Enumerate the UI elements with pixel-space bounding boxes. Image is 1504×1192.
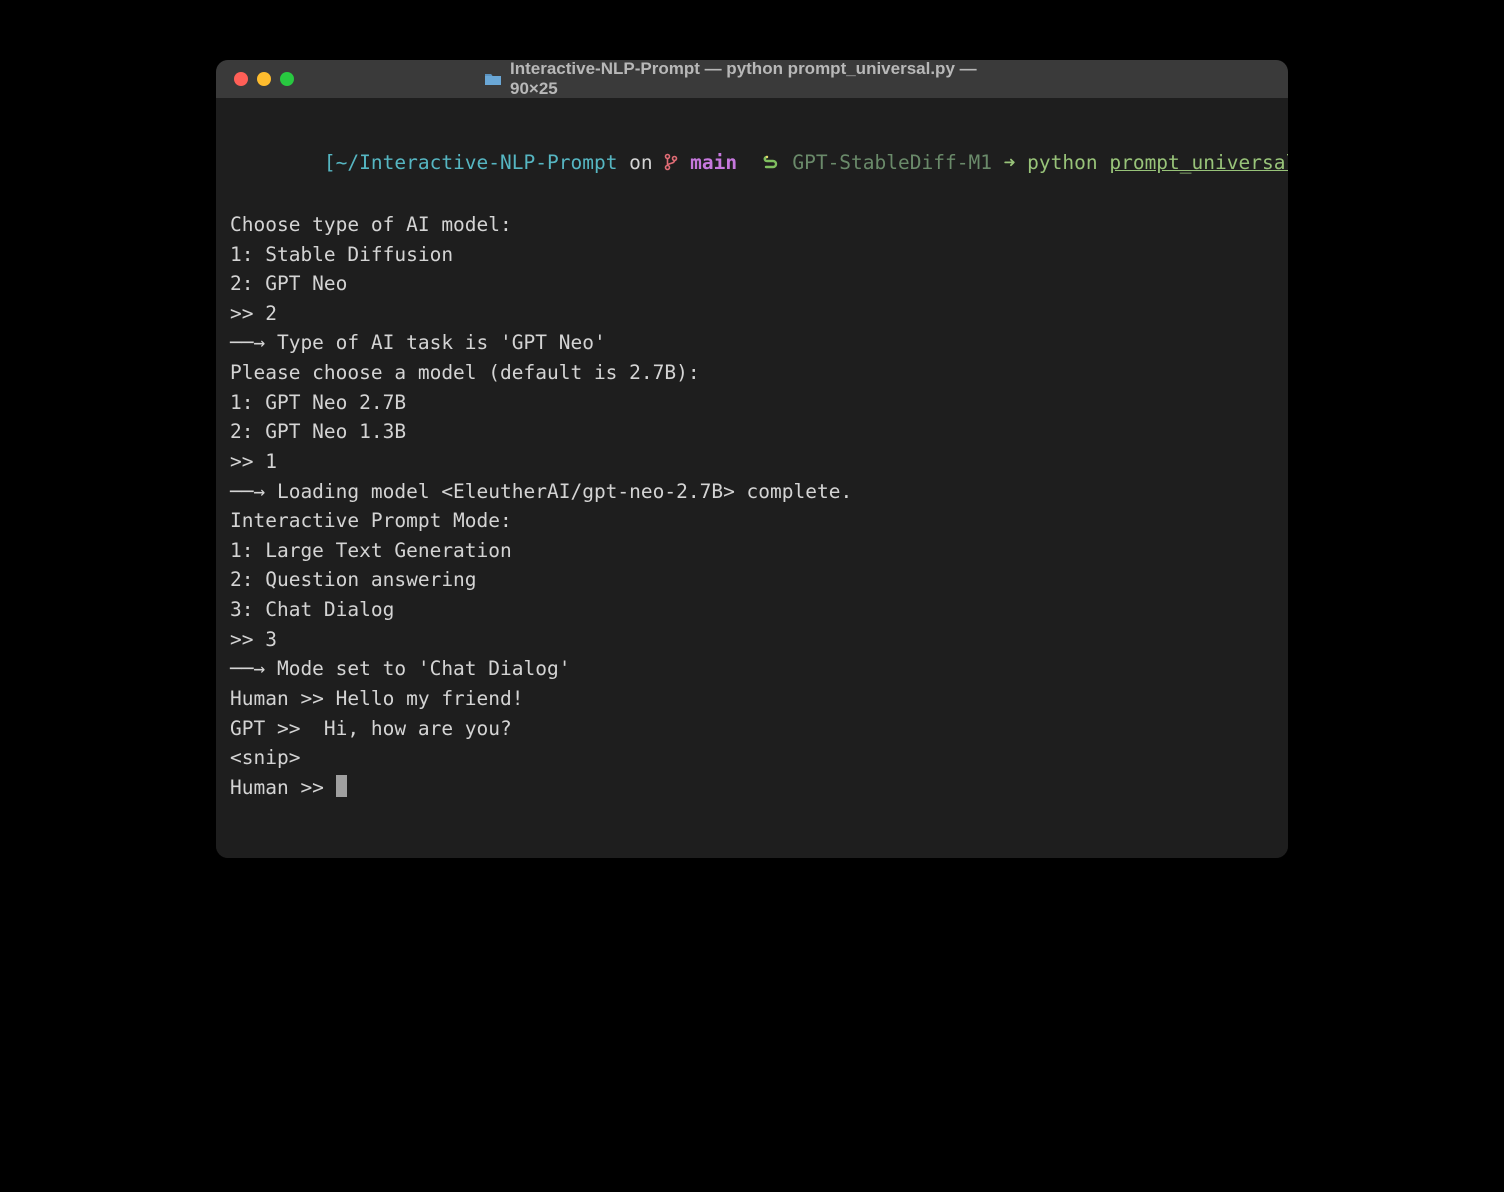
shell-prompt-line: [~/Interactive-NLP-Prompt on main GPT-St… — [230, 118, 1274, 210]
output-line: <snip> — [230, 743, 1274, 773]
close-button[interactable] — [234, 72, 248, 86]
env-name: GPT-StableDiff-M1 — [781, 151, 1004, 174]
output-line: Choose type of AI model: — [230, 210, 1274, 240]
output-line: 1: GPT Neo 2.7B — [230, 388, 1274, 418]
output-line: 1: Stable Diffusion — [230, 240, 1274, 270]
maximize-button[interactable] — [280, 72, 294, 86]
output-line: GPT >> Hi, how are you? — [230, 714, 1274, 744]
output-line: Interactive Prompt Mode: — [230, 506, 1274, 536]
folder-icon — [484, 72, 502, 86]
prompt-arrow-icon: ➜ — [1004, 151, 1016, 174]
window-title-text: Interactive-NLP-Prompt — python prompt_u… — [510, 60, 1020, 99]
output-line: 2: Question answering — [230, 565, 1274, 595]
terminal-body[interactable]: [~/Interactive-NLP-Prompt on main GPT-St… — [216, 98, 1288, 858]
open-bracket: [ — [324, 151, 336, 174]
output-line: 3: Chat Dialog — [230, 595, 1274, 625]
terminal-window: Interactive-NLP-Prompt — python prompt_u… — [216, 60, 1288, 858]
git-branch-icon — [664, 150, 678, 180]
input-prompt-line[interactable]: Human >> — [230, 773, 1274, 803]
command-prefix: python — [1015, 151, 1109, 174]
output-line: 1: Large Text Generation — [230, 536, 1274, 566]
output-line: Human >> Hello my friend! — [230, 684, 1274, 714]
output-line: ──→ Type of AI task is 'GPT Neo' — [230, 328, 1274, 358]
output-line: >> 3 — [230, 625, 1274, 655]
snake-icon — [761, 151, 781, 181]
cursor-icon — [336, 775, 347, 797]
git-branch-name: main — [690, 151, 737, 174]
output-line: 2: GPT Neo — [230, 269, 1274, 299]
traffic-lights — [234, 72, 294, 86]
command-file: prompt_universal.py — [1109, 151, 1288, 174]
on-word: on — [617, 151, 664, 174]
input-prompt-prefix: Human >> — [230, 776, 336, 799]
cwd-path: ~/Interactive-NLP-Prompt — [336, 151, 618, 174]
output-line: ──→ Loading model <EleutherAI/gpt-neo-2.… — [230, 477, 1274, 507]
minimize-button[interactable] — [257, 72, 271, 86]
output-line: 2: GPT Neo 1.3B — [230, 417, 1274, 447]
output-line: Please choose a model (default is 2.7B): — [230, 358, 1274, 388]
output-line: ──→ Mode set to 'Chat Dialog' — [230, 654, 1274, 684]
output-line: >> 2 — [230, 299, 1274, 329]
window-title: Interactive-NLP-Prompt — python prompt_u… — [484, 60, 1020, 99]
output-line: >> 1 — [230, 447, 1274, 477]
titlebar[interactable]: Interactive-NLP-Prompt — python prompt_u… — [216, 60, 1288, 98]
